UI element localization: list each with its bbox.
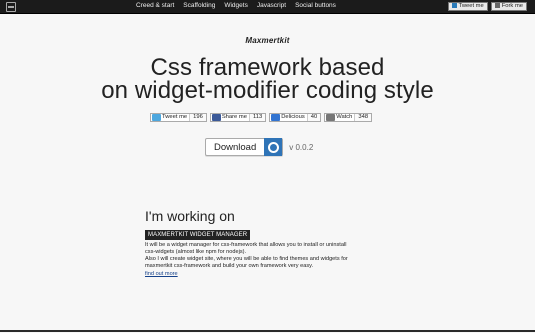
nav-item-scaffolding[interactable]: Scaffolding [183,2,215,9]
working-on-title: I'm working on [145,208,235,224]
version-label: v 0.0.2 [289,142,314,152]
tweet-me-button[interactable]: Tweet me 196 [150,113,207,122]
find-out-more-link[interactable]: find out more [145,271,385,278]
tweet-me-top-button[interactable]: Tweet me [447,2,488,11]
download-label: Download [214,141,257,153]
watch-button[interactable]: Watch 348 [324,113,373,122]
bottom-divider [0,330,535,332]
twitter-icon [451,3,457,8]
nav-item-javascript[interactable]: Javascript [257,2,286,9]
headline-line-1: Css framework based [150,54,385,81]
delicious-icon [271,114,281,121]
share-me-button[interactable]: Share me 113 [209,113,267,122]
delicious-button[interactable]: Delicious 40 [269,113,322,122]
widget-manager-tag: MAXMERTKIT WIDGET MANAGER [145,230,251,240]
widget-manager-description: It will be a widget manager for css-fram… [145,242,385,278]
logo-icon[interactable] [6,2,16,12]
watch-count: 348 [354,114,372,121]
download-button[interactable]: Download [205,138,284,156]
twitter-icon [152,114,161,121]
download-area: Download v 0.0.2 [205,138,313,156]
top-actions: Tweet me Fork me [447,2,527,11]
nav-item-creed-start[interactable]: Creed & start [136,2,174,9]
github-watch-icon [326,114,336,121]
delicious-count: 40 [306,114,321,121]
facebook-icon [211,114,221,121]
main-nav: Creed & start Scaffolding Widgets Javasc… [136,2,336,9]
description-line-1: It will be a widget manager for css-fram… [145,242,347,248]
share-count: 113 [248,114,266,121]
social-buttons-row: Tweet me 196 Share me 113 Delicious 40 W… [150,113,373,122]
download-icon [264,138,283,156]
description-line-4: maxmertkit css-framework and build your … [145,263,314,270]
github-icon [494,3,500,8]
description-line-2: css-widgets (almost like npm for nodejs)… [145,249,247,256]
brand-logo: Maxmertkit [245,36,290,45]
hero-headline: Css framework based on widget-modifier c… [0,54,535,104]
nav-item-social-buttons[interactable]: Social buttons [295,2,336,9]
nav-item-widgets[interactable]: Widgets [224,2,247,9]
fork-me-button[interactable]: Fork me [490,2,527,11]
top-navigation-bar: Creed & start Scaffolding Widgets Javasc… [0,0,535,14]
description-line-3: Also I will create widget site, where yo… [145,256,348,263]
headline-line-2: on widget-modifier coding style [101,77,434,104]
tweet-count: 196 [189,114,206,121]
